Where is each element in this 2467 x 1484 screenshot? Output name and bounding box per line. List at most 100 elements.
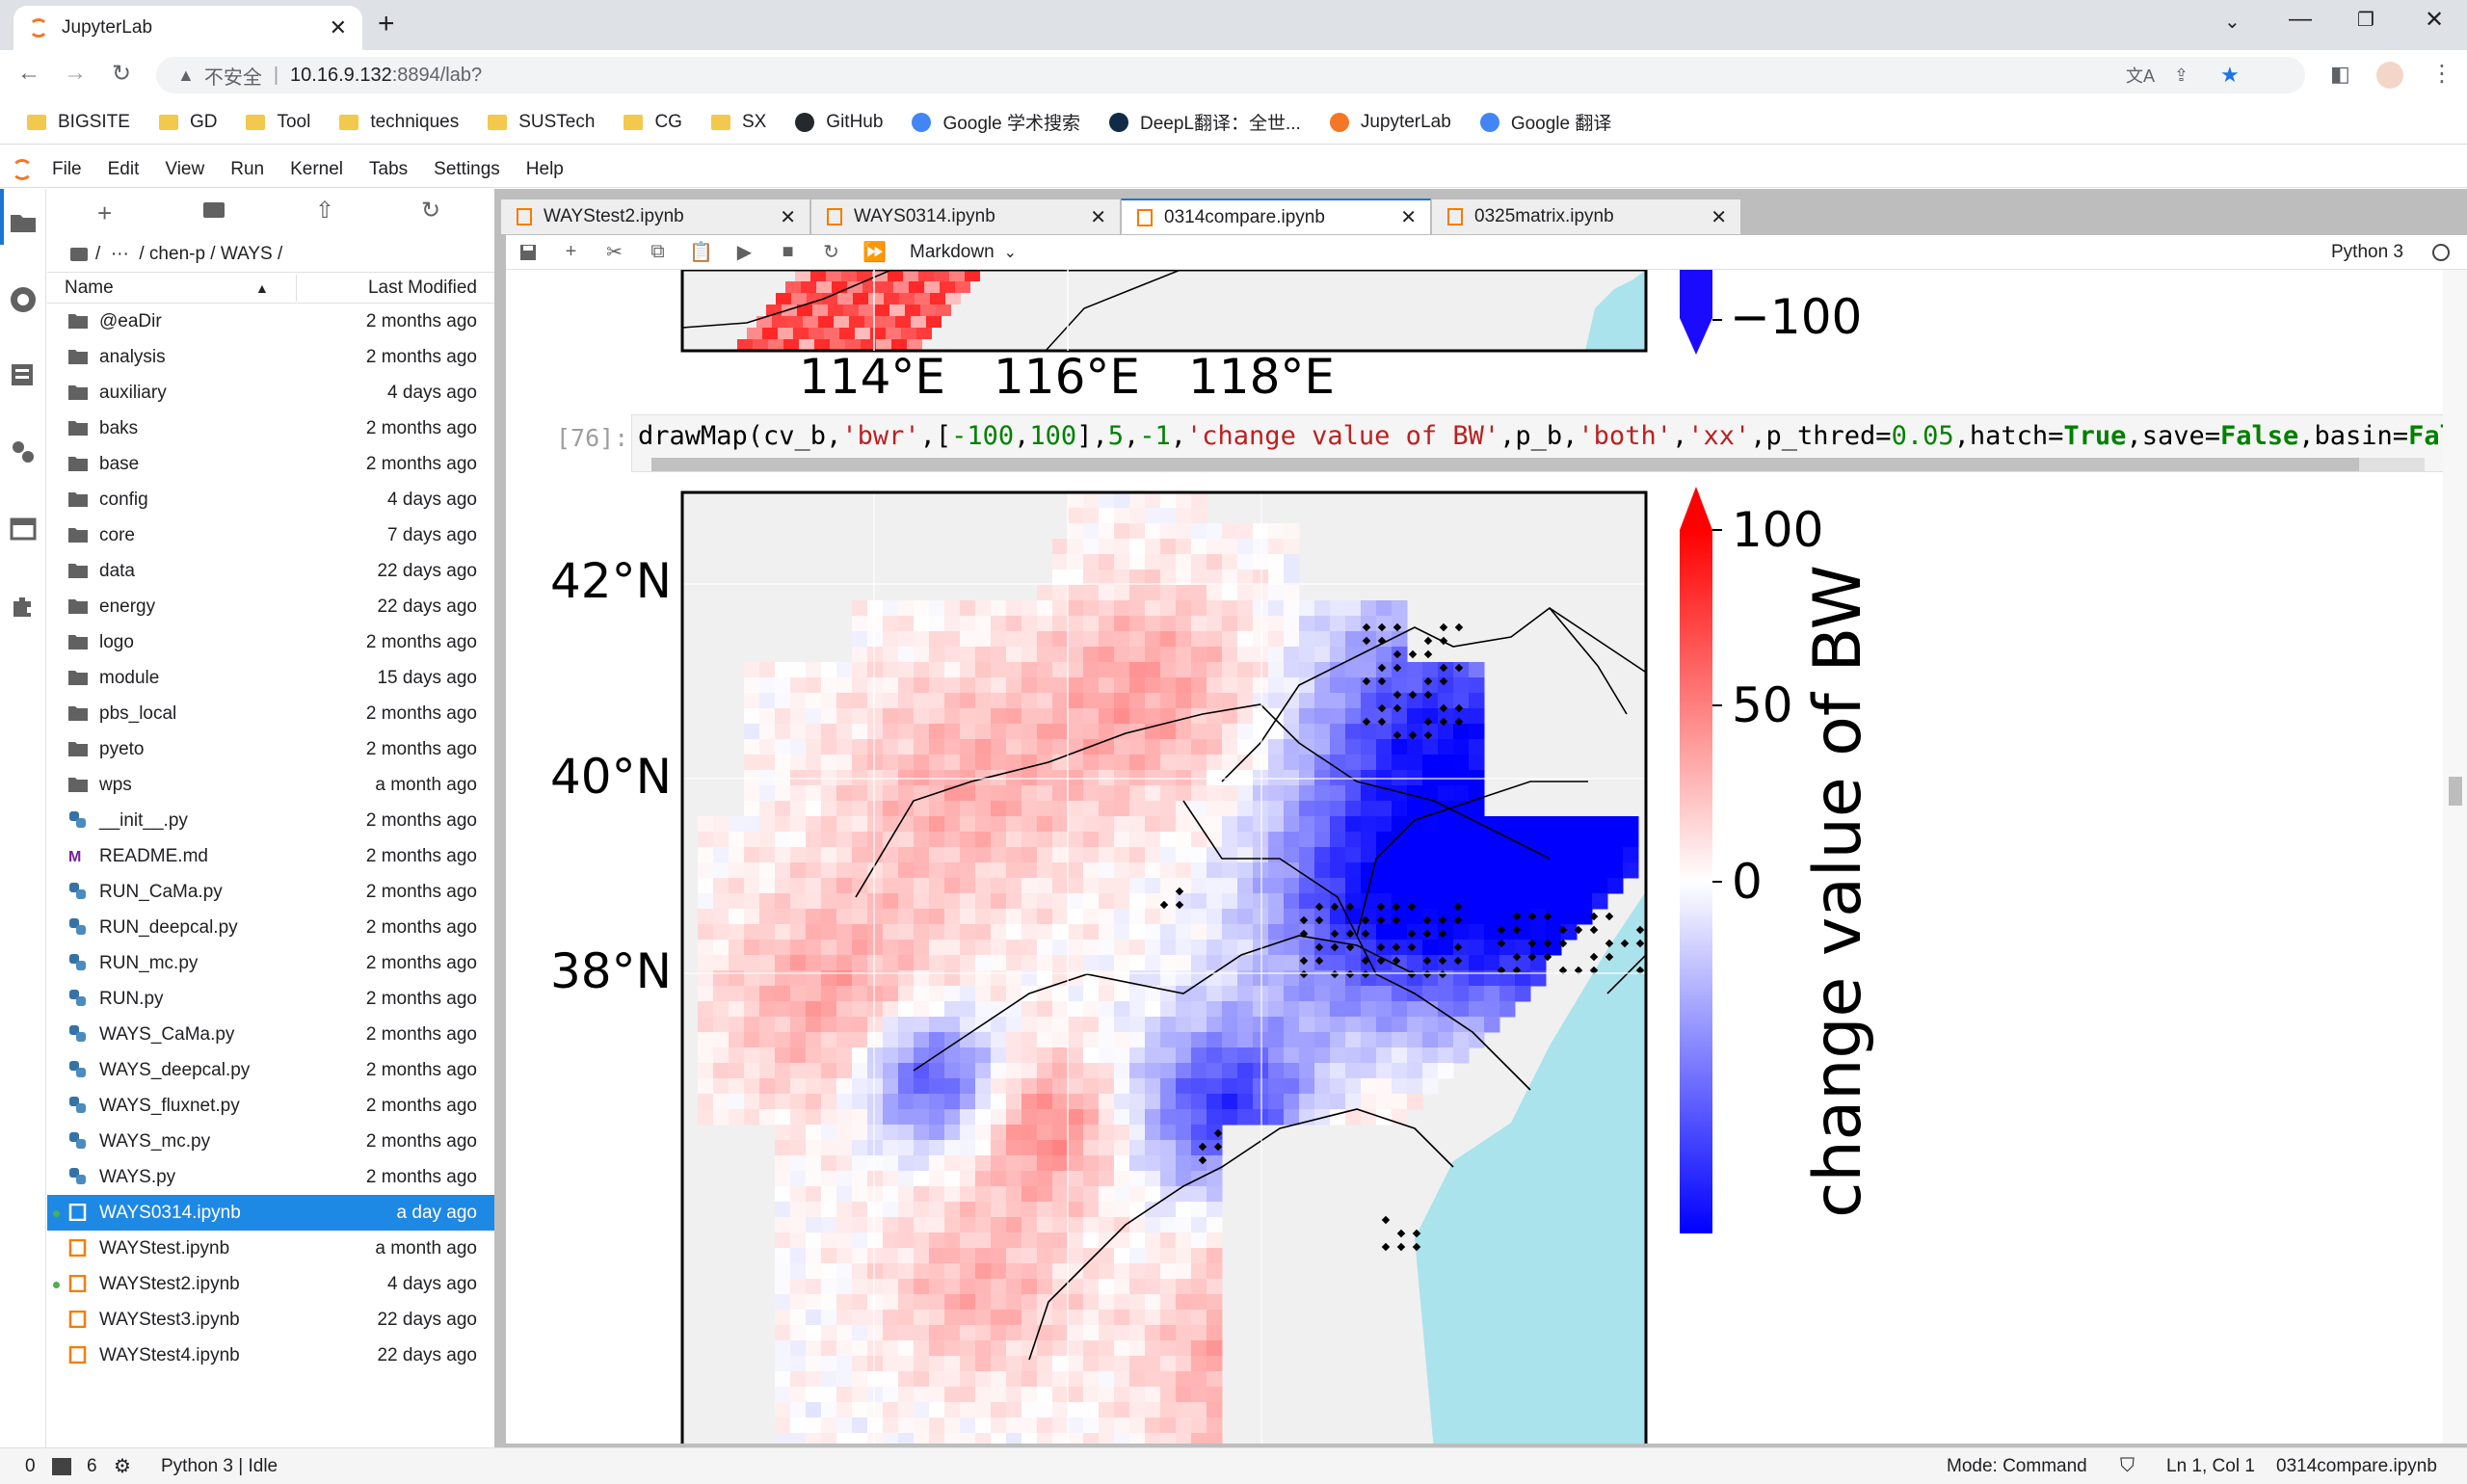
insert-cell-icon[interactable]: + bbox=[549, 235, 593, 270]
menu-settings[interactable]: Settings bbox=[434, 159, 500, 180]
close-icon[interactable]: ✕ bbox=[780, 205, 796, 229]
tab-notebook[interactable]: 0314compare.ipynb ✕ bbox=[1121, 199, 1431, 235]
file-list-item[interactable]: WAYS_deepcal.py 2 months ago bbox=[47, 1052, 494, 1088]
tab-search-icon[interactable]: ⌄ bbox=[2224, 10, 2241, 34]
bookmark-item[interactable]: SUSTech bbox=[488, 112, 595, 133]
code-editor[interactable]: drawMap(cv_b,'bwr',[-100,100],5,-1,'chan… bbox=[631, 414, 2445, 472]
file-list-item[interactable]: core 7 days ago bbox=[47, 517, 494, 553]
file-list-item[interactable]: RUN_CaMa.py 2 months ago bbox=[47, 874, 494, 910]
bookmark-item[interactable]: Google 翻译 bbox=[1479, 109, 1611, 135]
file-list-item[interactable]: baks 2 months ago bbox=[47, 411, 494, 446]
menu-file[interactable]: File bbox=[52, 159, 82, 180]
close-icon[interactable]: ✕ bbox=[1711, 205, 1727, 229]
kernel-name[interactable]: Python 3 bbox=[2331, 242, 2403, 263]
bookmark-item[interactable]: Google 学术搜索 bbox=[912, 109, 1080, 135]
cut-icon[interactable]: ✂ bbox=[593, 235, 636, 270]
file-list-item[interactable]: WAYStest2.ipynb 4 days ago bbox=[47, 1266, 494, 1302]
terminals-count[interactable]: 0 bbox=[25, 1456, 36, 1477]
file-list-item[interactable]: WAYS_fluxnet.py 2 months ago bbox=[47, 1088, 494, 1124]
menu-view[interactable]: View bbox=[165, 159, 204, 180]
code-cell[interactable]: [76]: drawMap(cv_b,'bwr',[-100,100],5,-1… bbox=[506, 414, 2445, 472]
column-last-modified[interactable]: Last Modified bbox=[368, 278, 477, 299]
property-inspector-icon[interactable] bbox=[9, 437, 38, 466]
bookmark-item[interactable]: DeepL翻译：全世... bbox=[1108, 109, 1301, 135]
menu-run[interactable]: Run bbox=[230, 159, 264, 180]
forward-icon[interactable]: → bbox=[64, 60, 87, 87]
bookmark-item[interactable]: JupyterLab bbox=[1329, 112, 1451, 133]
bookmark-item[interactable]: CG bbox=[623, 112, 682, 133]
file-list-item[interactable]: base 2 months ago bbox=[47, 446, 494, 482]
profile-avatar[interactable] bbox=[2376, 62, 2403, 89]
run-icon[interactable]: ▶ bbox=[723, 235, 766, 270]
extension-manager-icon[interactable] bbox=[9, 592, 38, 621]
file-list-item[interactable]: energy 22 days ago bbox=[47, 589, 494, 624]
copy-icon[interactable]: ⧉ bbox=[636, 235, 679, 270]
translate-icon[interactable]: 文A bbox=[2126, 63, 2155, 88]
sort-ascending-icon[interactable]: ▲ bbox=[255, 280, 269, 296]
bookmark-item[interactable]: GD bbox=[158, 112, 217, 133]
cursor-position[interactable]: Ln 1, Col 1 bbox=[2166, 1456, 2255, 1477]
new-folder-icon[interactable] bbox=[203, 202, 225, 218]
run-all-icon[interactable]: ⏩ bbox=[853, 235, 896, 270]
window-close-icon[interactable]: ✕ bbox=[2425, 6, 2444, 34]
bookmark-item[interactable]: Tool bbox=[246, 112, 310, 133]
bookmark-star-icon[interactable]: ★ bbox=[2220, 63, 2240, 88]
close-icon[interactable]: ✕ bbox=[1400, 205, 1417, 229]
running-icon[interactable] bbox=[9, 285, 38, 314]
close-tab-icon[interactable]: ✕ bbox=[330, 15, 347, 40]
file-list-item[interactable]: WAYS_CaMa.py 2 months ago bbox=[47, 1017, 494, 1052]
column-name[interactable]: Name bbox=[65, 278, 114, 299]
close-icon[interactable]: ✕ bbox=[1090, 205, 1106, 229]
file-list-item[interactable]: __init__.py 2 months ago bbox=[47, 803, 494, 838]
new-tab-icon[interactable]: + bbox=[378, 8, 395, 40]
upload-icon[interactable]: ⇧ bbox=[315, 197, 334, 225]
scrollbar-thumb-vertical[interactable] bbox=[2449, 777, 2462, 806]
restart-icon[interactable]: ↻ bbox=[809, 235, 853, 270]
new-launcher-icon[interactable]: + bbox=[97, 199, 112, 228]
file-list-item[interactable]: data 22 days ago bbox=[47, 553, 494, 589]
file-list-item[interactable]: WAYS0314.ipynb a day ago bbox=[47, 1195, 494, 1231]
file-list-item[interactable]: WAYS_mc.py 2 months ago bbox=[47, 1124, 494, 1159]
bookmark-item[interactable]: BIGSITE bbox=[27, 112, 130, 133]
tab-notebook[interactable]: WAYStest2.ipynb ✕ bbox=[500, 199, 810, 235]
file-list-item[interactable]: RUN.py 2 months ago bbox=[47, 981, 494, 1017]
file-list-item[interactable]: analysis 2 months ago bbox=[47, 339, 494, 375]
horizontal-scrollbar[interactable] bbox=[651, 458, 2425, 471]
file-list-item[interactable]: M README.md 2 months ago bbox=[47, 838, 494, 874]
file-list-item[interactable]: WAYStest.ipynb a month ago bbox=[47, 1231, 494, 1266]
folder-icon[interactable] bbox=[9, 208, 38, 237]
refresh-icon[interactable]: ↻ bbox=[421, 197, 440, 225]
file-list-item[interactable]: module 15 days ago bbox=[47, 660, 494, 696]
file-list-item[interactable]: auxiliary 4 days ago bbox=[47, 375, 494, 411]
paste-icon[interactable]: 📋 bbox=[679, 235, 723, 270]
stop-icon[interactable]: ■ bbox=[766, 235, 809, 270]
cell-type-select[interactable]: Markdown ⌄ bbox=[910, 242, 1017, 263]
bookmark-item[interactable]: SX bbox=[710, 112, 766, 133]
tabs-icon[interactable] bbox=[9, 515, 38, 543]
file-list-item[interactable]: pyeto 2 months ago bbox=[47, 731, 494, 767]
file-list-item[interactable]: logo 2 months ago bbox=[47, 624, 494, 660]
kernels-count[interactable]: 6 bbox=[87, 1456, 97, 1477]
bookmark-item[interactable]: GitHub bbox=[795, 112, 883, 133]
reload-icon[interactable]: ↻ bbox=[112, 60, 131, 88]
kernel-state[interactable]: Python 3 | Idle bbox=[161, 1456, 278, 1477]
file-list-item[interactable]: wps a month ago bbox=[47, 767, 494, 803]
share-icon[interactable]: ⇪ bbox=[2174, 66, 2188, 86]
home-folder-icon[interactable] bbox=[70, 248, 88, 261]
save-icon[interactable] bbox=[506, 235, 549, 270]
back-icon[interactable]: ← bbox=[17, 60, 40, 87]
bookmark-item[interactable]: techniques bbox=[339, 112, 459, 133]
file-list-item[interactable]: WAYStest4.ipynb 22 days ago bbox=[47, 1338, 494, 1373]
menu-kernel[interactable]: Kernel bbox=[290, 159, 343, 180]
tab-notebook[interactable]: WAYS0314.ipynb ✕ bbox=[810, 199, 1121, 235]
restore-icon[interactable]: ❐ bbox=[2357, 8, 2374, 32]
file-list-item[interactable]: @eaDir 2 months ago bbox=[47, 304, 494, 339]
browser-menu-icon[interactable]: ⋮ bbox=[2430, 60, 2454, 88]
file-list-item[interactable]: RUN_mc.py 2 months ago bbox=[47, 945, 494, 981]
tab-notebook[interactable]: 0325matrix.ipynb ✕ bbox=[1431, 199, 1741, 235]
file-list-item[interactable]: WAYStest3.ipynb 22 days ago bbox=[47, 1302, 494, 1338]
file-list-item[interactable]: WAYS.py 2 months ago bbox=[47, 1159, 494, 1195]
sidepanel-icon[interactable]: ◧ bbox=[2330, 62, 2350, 87]
browser-tab[interactable]: JupyterLab ✕ bbox=[13, 6, 362, 50]
menu-edit[interactable]: Edit bbox=[108, 159, 140, 180]
